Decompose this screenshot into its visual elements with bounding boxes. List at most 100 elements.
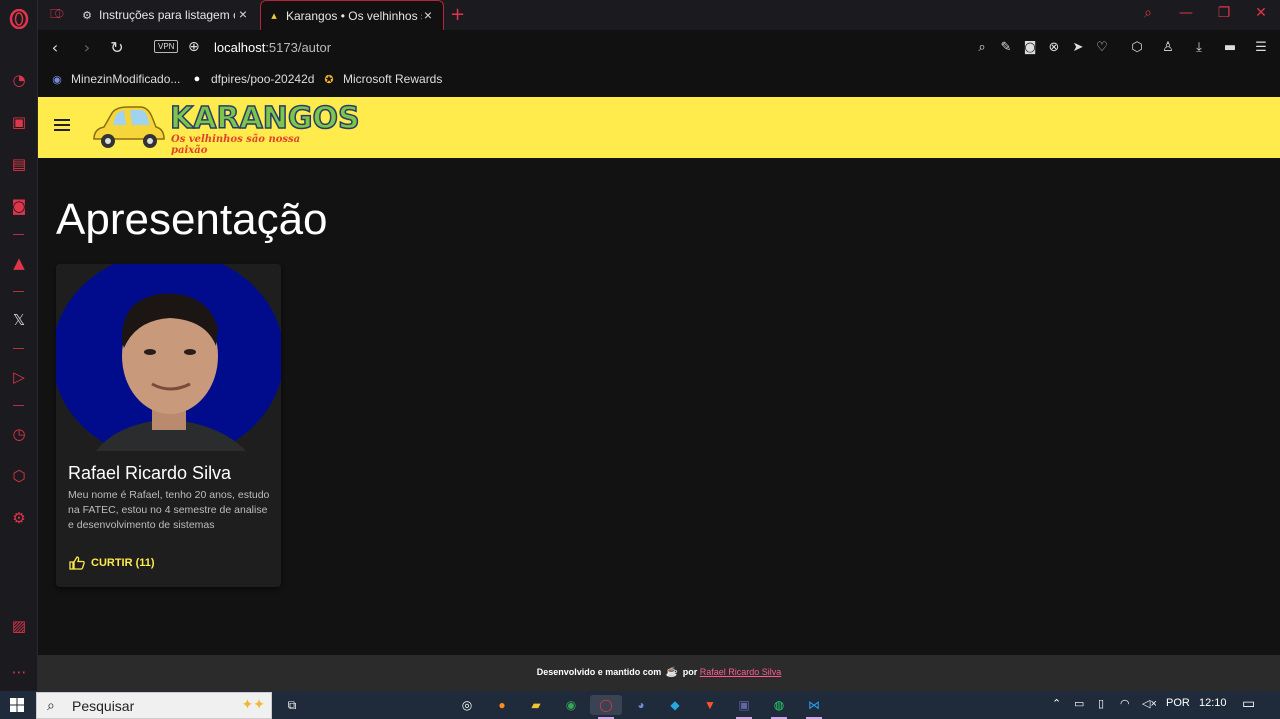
discord-taskbar-icon[interactable]: ◕ (631, 695, 651, 715)
bookmark-label: MinezinModificado... (71, 72, 181, 86)
url-path: :5173/autor (265, 40, 332, 55)
logo-tagline: Os velhinhos são nossa paixão (171, 134, 301, 156)
bookmark-rewards[interactable]: ✪ Microsoft Rewards (322, 72, 442, 86)
camera-icon[interactable]: ◙ (1022, 40, 1038, 55)
bookmarks-bar: ◉ MinezinModificado... ● dfpires/poo-202… (38, 66, 1280, 97)
close-icon[interactable]: × (236, 7, 250, 21)
bookmark-label: Microsoft Rewards (343, 72, 443, 86)
vscode-icon[interactable]: ⋈ (804, 695, 824, 715)
clock[interactable]: 12:10 (1199, 697, 1227, 709)
block-icon[interactable]: ⊗ (1046, 40, 1062, 55)
gallery-icon[interactable]: ▨ (9, 616, 29, 636)
author-photo (56, 264, 281, 451)
battery-saver-icon[interactable]: ▬ (1222, 40, 1238, 55)
twitch-icon[interactable]: ▤ (9, 154, 29, 174)
new-tab-button[interactable]: + (450, 4, 465, 25)
pycharm-icon[interactable]: ◆ (665, 695, 685, 715)
notifications-icon[interactable]: ▭ (1242, 695, 1255, 712)
minimize-icon[interactable]: — (1176, 5, 1196, 21)
aria-icon[interactable]: ▲ (9, 253, 29, 273)
language-indicator[interactable]: POR (1166, 697, 1190, 709)
car-icon: ▴ (271, 10, 277, 22)
bookmark-github[interactable]: ● dfpires/poo-20242d (190, 72, 315, 86)
vpn-badge[interactable]: VPN (154, 40, 179, 53)
zoom-search-icon[interactable]: ⌕ (974, 40, 990, 55)
brave-icon[interactable]: ▼ (700, 695, 720, 715)
sidebar-separator (13, 348, 24, 349)
heart-icon[interactable]: ♡ (1094, 40, 1110, 55)
karangos-logo[interactable]: KARANGOS Os velhinhos são nossa paixão (88, 99, 360, 156)
wifi-icon[interactable]: ◠ (1120, 697, 1130, 710)
opera-sidebar: ◔ ▣ ▤ ◙ ▲ 𝕏 ▷ ◷ ⬡ ⚙ ▨ ⋯ (0, 0, 38, 691)
teams-icon[interactable]: ▣ (734, 695, 754, 715)
tab-strip: ⎄ ⚙ Instruções para listagem ca × ▴ Kara… (38, 0, 1280, 30)
tab-instrucoes[interactable]: ⚙ Instruções para listagem ca × (74, 0, 258, 30)
file-explorer-icon[interactable]: ▰ (526, 695, 546, 715)
extensions-cube-icon[interactable]: ⬡ (9, 466, 29, 486)
windows-taskbar: ⌕ Pesquisar ✦✦ ⧉ ◎ ● ▰ ◉ ◯ ◕ ◆ ▼ ▣ ◍ ⋈ ⌃… (0, 691, 1280, 719)
taskbar-search[interactable]: ⌕ Pesquisar ✦✦ (36, 692, 272, 719)
bookmark-label: dfpires/poo-20242d (211, 72, 315, 86)
github-icon: ● (193, 73, 201, 85)
whatsapp-icon[interactable]: ◍ (769, 695, 789, 715)
author-link[interactable]: Rafael Ricardo Silva (700, 667, 782, 677)
url-field[interactable]: localhost:5173/autor (214, 40, 331, 55)
send-icon[interactable]: ➤ (1070, 40, 1086, 55)
settings-gear-icon[interactable]: ⚙ (9, 508, 29, 528)
footer-text: Desenvolvido e mantido com (536, 667, 662, 677)
speed-dial-icon[interactable]: ◔ (9, 70, 29, 90)
gamepad-icon[interactable]: ⎄ (50, 7, 66, 23)
coffee-icon: ☕ (665, 667, 679, 678)
search-tabs-icon[interactable]: ⌕ (1138, 5, 1158, 21)
extensions-icon[interactable]: ⬡ (1129, 40, 1145, 55)
history-icon[interactable]: ◷ (9, 424, 29, 444)
address-bar: ‹ › ↻ VPN ⊕ localhost:5173/autor ⌕ ✎ ◙ ⊗… (38, 30, 1280, 66)
x-twitter-icon[interactable]: 𝕏 (9, 310, 29, 330)
device-icon[interactable]: ▯ (1098, 697, 1104, 710)
close-icon[interactable]: × (421, 8, 435, 22)
medal-icon: ✪ (324, 73, 334, 86)
download-icon[interactable]: ⤓ (1191, 40, 1207, 55)
tab-title: Karangos • Os velhinhos sã (286, 8, 422, 23)
player-icon[interactable]: ▷ (9, 367, 29, 387)
sidebar-separator (13, 405, 24, 406)
firefox-icon[interactable]: ● (492, 695, 512, 715)
app-bar: KARANGOS Os velhinhos são nossa paixão (38, 97, 1280, 158)
tab-title: Instruções para listagem ca (99, 8, 235, 22)
battery-icon[interactable]: ▭ (1074, 697, 1084, 710)
bookmark-minezin[interactable]: ◉ MinezinModificado... (50, 72, 180, 86)
gear-icon: ⚙ (82, 9, 92, 22)
chrome-icon[interactable]: ◉ (561, 695, 581, 715)
globe-icon: ⊕ (188, 39, 200, 55)
footer: Desenvolvido e mantido com ☕ por Rafael … (38, 655, 1280, 691)
more-dots-icon[interactable]: ⋯ (9, 662, 29, 682)
search-placeholder: Pesquisar (72, 697, 135, 714)
restore-icon[interactable]: ❐ (1214, 5, 1234, 21)
edit-icon[interactable]: ✎ (998, 40, 1014, 55)
author-card: Rafael Ricardo Silva Meu nome é Rafael, … (56, 264, 281, 587)
discord-icon: ◉ (52, 73, 62, 86)
task-view-icon[interactable]: ⧉ (282, 695, 302, 715)
tab-karangos[interactable]: ▴ Karangos • Os velhinhos sã × (260, 0, 444, 30)
tray-chevron-icon[interactable]: ⌃ (1052, 697, 1061, 710)
author-name: Rafael Ricardo Silva (68, 463, 232, 483)
shopping-icon[interactable]: ▣ (9, 112, 29, 132)
like-button[interactable]: CURTIR (11) (66, 554, 158, 572)
back-icon[interactable]: ‹ (46, 39, 64, 57)
forward-icon[interactable]: › (78, 39, 96, 57)
karangos-app: KARANGOS Os velhinhos são nossa paixão A… (38, 97, 1280, 691)
reload-icon[interactable]: ↻ (108, 39, 126, 57)
volume-muted-icon[interactable]: ◁× (1142, 697, 1157, 710)
opera-taskbar-icon[interactable]: ◯ (590, 695, 622, 715)
yellow-car-icon (93, 106, 165, 148)
close-window-icon[interactable]: ✕ (1251, 5, 1271, 21)
menu-icon[interactable] (54, 119, 70, 133)
profile-icon[interactable]: ♙ (1160, 40, 1176, 55)
instagram-icon[interactable]: ◙ (9, 196, 29, 216)
windows-start-icon[interactable] (10, 698, 24, 712)
thumbs-up-icon (69, 556, 85, 570)
easy-setup-icon[interactable]: ☰ (1253, 40, 1269, 55)
steam-icon[interactable]: ◎ (457, 695, 477, 715)
opera-logo-icon[interactable] (9, 8, 29, 30)
sidebar-separator (13, 291, 24, 292)
